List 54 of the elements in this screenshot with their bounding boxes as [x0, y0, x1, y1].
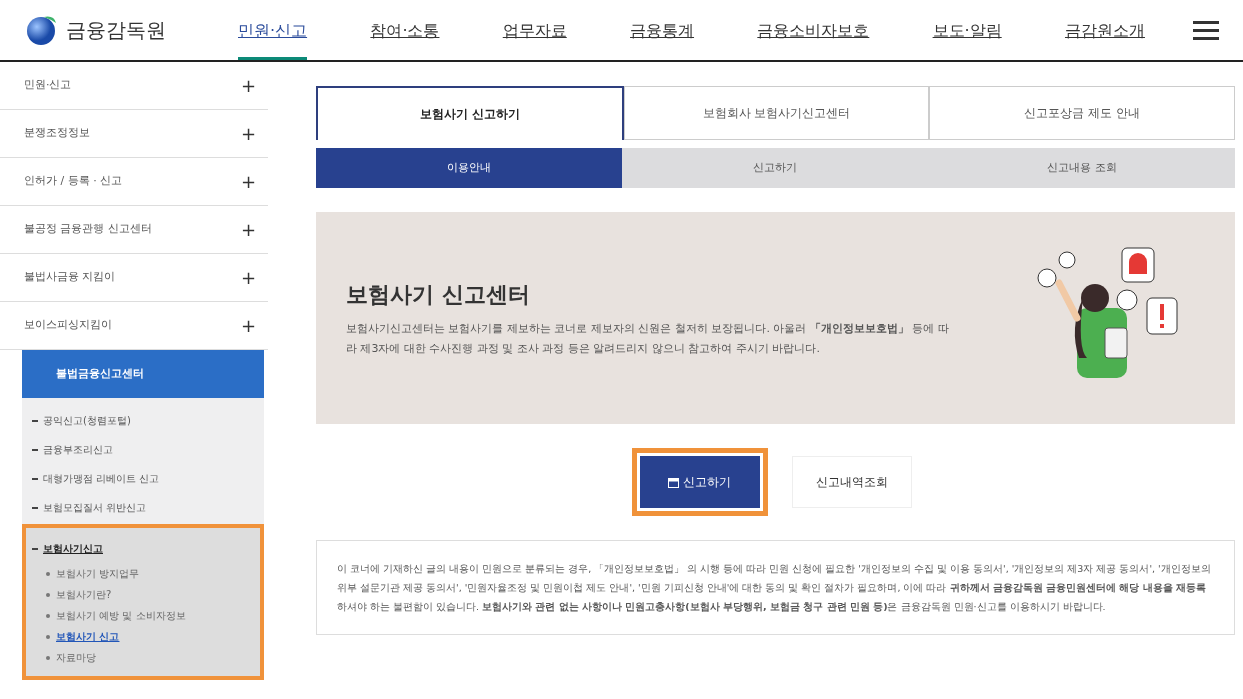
tab[interactable]: 신고포상금 제도 안내: [929, 86, 1235, 140]
history-button[interactable]: 신고내역조회: [791, 456, 912, 508]
menu-link[interactable]: 금감원소개: [1064, 0, 1145, 60]
bullet-icon: [46, 614, 50, 618]
menu-link[interactable]: 금융소비자보호: [757, 0, 870, 60]
submenu-subitem[interactable]: 자료마당: [56, 652, 96, 663]
bullet-icon: [46, 593, 50, 597]
plus-icon[interactable]: +: [240, 312, 256, 339]
sidebar-item[interactable]: 분쟁조정정보: [24, 125, 90, 142]
submenu-subitem[interactable]: 보험사기 신고: [56, 631, 120, 642]
dash-icon: [32, 449, 38, 451]
submenu-item[interactable]: 보험모집질서 위반신고: [43, 502, 147, 513]
subtab[interactable]: 신고내용 조회: [928, 148, 1235, 188]
bullet-icon: [46, 635, 50, 639]
submenu-item[interactable]: 금융부조리신고: [43, 444, 113, 455]
bullet-icon: [46, 572, 50, 576]
menu-link[interactable]: 금융통계: [630, 0, 695, 60]
tab[interactable]: 보험회사 보험사기신고센터: [623, 86, 930, 140]
plus-icon[interactable]: +: [240, 72, 256, 99]
dash-icon: [32, 548, 38, 550]
menu-icon[interactable]: [1193, 20, 1219, 40]
notice-text: 이 코너에 기재하신 글의 내용이 민원으로 분류되는 경우, 「개인정보보호법」 의 시행 등에 따라 민원 신청에 필요한 '개인정보의 수집 및 이용 동의서', '개인정보의 제3자 제공 동의서', '개인정보의 위부 설문기관 제공 동의서', '민원자율조정 및 민원이첩 제도 안내', '민원 기피신청 안내'에 대한 동의 및 확인 절차가 필요하며, 이에 따라 귀하께서 금융감독원 금융민원센터에 해당 내용을 재등록하셔야 하는 불편함이 있습니다. 보험사기와 관련 없는 사항이나 민원고충사항(보험사 부당행위, 보험금 청구 관련 민원 등)은 금융감독원 민원·신고를 이용하시기 바랍니다.: [316, 540, 1235, 635]
dash-icon: [32, 420, 38, 422]
banner-title: 보험사기 신고센터: [346, 281, 531, 310]
menu-link[interactable]: 참여·소통: [370, 0, 440, 60]
menu-link[interactable]: 보도·알림: [932, 0, 1002, 60]
sidebar-item[interactable]: 불공정 금융관행 신고센터: [24, 221, 152, 238]
dash-icon: [32, 507, 38, 509]
submenu-subitem[interactable]: 보험사기 예방 및 소비자정보: [56, 610, 186, 621]
submenu-item[interactable]: 보험사기신고: [43, 543, 103, 554]
banner-text: 보험사기신고센터는 보험사기를 제보하는 코너로 제보자의 신원은 철저히 보장됩니다. 아울러 「개인정보보호법」 등에 따라 제3자에 대한 수사진행 과정 및 조사 과정 등은 알려드리지 않으니 참고하여 주시기 바랍니다.: [346, 321, 950, 357]
subtab[interactable]: 신고하기: [622, 148, 929, 188]
submenu-item[interactable]: 공익신고(청렴포털): [43, 415, 131, 426]
sidebar-item[interactable]: 인허가 / 등록 · 신고: [24, 173, 123, 190]
submenu-subitem[interactable]: 보험사기 방지업무: [56, 568, 140, 579]
menu-link[interactable]: 민원·신고: [238, 0, 308, 60]
sidebar-item[interactable]: 민원·신고: [24, 77, 72, 94]
logo-text[interactable]: 금융감독원: [66, 15, 166, 45]
plus-icon[interactable]: +: [240, 120, 256, 147]
plus-icon[interactable]: +: [240, 216, 256, 243]
calendar-icon: [668, 477, 679, 488]
sidebar-item[interactable]: 불법사금융 지킴이: [24, 269, 116, 286]
sidebar-item-active[interactable]: 불법금융신고센터: [22, 350, 264, 398]
tab[interactable]: 보험사기 신고하기: [316, 86, 624, 140]
dash-icon: [32, 478, 38, 480]
submenu-item[interactable]: 대형가맹점 리베이트 신고: [43, 473, 160, 484]
report-button[interactable]: 신고하기: [639, 456, 760, 508]
plus-icon[interactable]: +: [240, 264, 256, 291]
plus-icon[interactable]: +: [240, 168, 256, 195]
subtab[interactable]: 이용안내: [316, 148, 623, 188]
sidebar-item[interactable]: 보이스피싱지킴이: [24, 317, 112, 334]
bullet-icon: [46, 656, 50, 660]
submenu-subitem[interactable]: 보험사기란?: [56, 589, 112, 600]
menu-link[interactable]: 업무자료: [502, 0, 567, 60]
